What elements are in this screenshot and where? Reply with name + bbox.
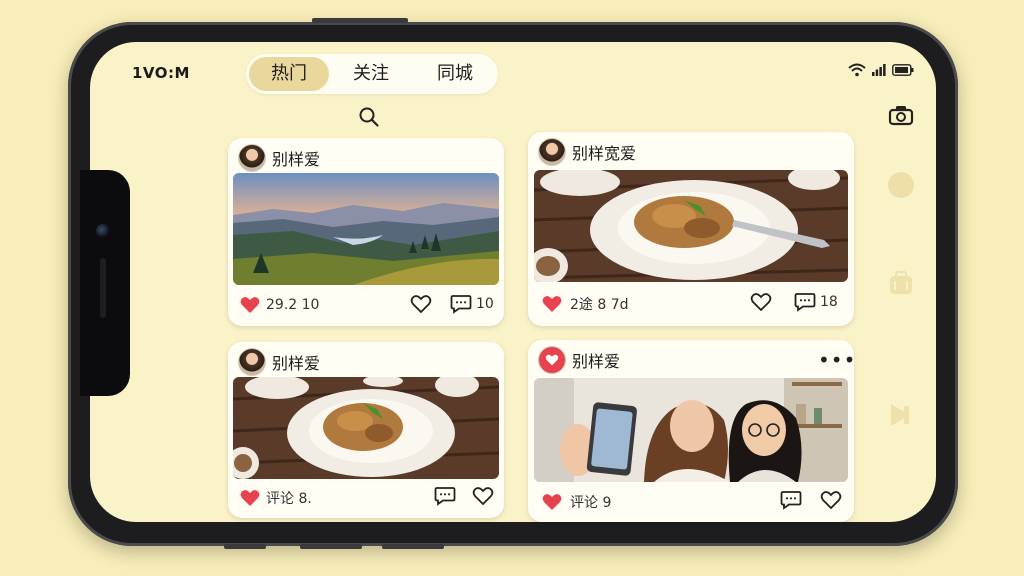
post-footer-left: 29.2 10 <box>240 296 319 314</box>
heart-outline-icon[interactable] <box>750 292 772 312</box>
comment-count: 18 <box>820 294 838 310</box>
heart-icon[interactable] <box>542 295 562 313</box>
side-button <box>300 544 362 549</box>
post-username[interactable]: 别样爱 <box>572 348 620 372</box>
speaker-slot <box>100 258 106 318</box>
heart-icon[interactable] <box>542 493 562 511</box>
signal-icon <box>872 64 886 76</box>
avatar[interactable] <box>238 348 266 376</box>
camera-icon[interactable] <box>888 104 914 130</box>
comment-icon[interactable] <box>434 486 456 506</box>
post-card[interactable]: 别样爱 29.2 10 10 <box>228 138 504 326</box>
heart-outline-icon[interactable] <box>410 294 432 314</box>
more-options-icon[interactable]: ••• <box>818 348 856 372</box>
post-username[interactable]: 别样宽爱 <box>572 140 636 164</box>
post-username[interactable]: 别样爱 <box>272 350 320 374</box>
post-card[interactable]: 别样宽爱 2途 8 7d 18 <box>528 132 854 326</box>
post-footer-left: 2途 8 7d <box>542 294 629 314</box>
post-footer-left: 评论 9 <box>542 492 611 512</box>
comment-count: 10 <box>476 296 494 312</box>
post-image-selfie[interactable] <box>534 378 848 482</box>
heart-outline-icon[interactable] <box>472 486 494 506</box>
avatar[interactable] <box>238 144 266 172</box>
tab-following[interactable]: 关注 <box>329 57 413 91</box>
front-camera <box>96 224 110 238</box>
comment-icon[interactable] <box>780 490 802 510</box>
heart-icon[interactable] <box>240 489 260 507</box>
post-stats: 评论 8. <box>266 491 312 507</box>
post-header: 别样宽爱 <box>538 138 636 166</box>
post-footer-right: 18 <box>750 292 838 312</box>
tab-nearby[interactable]: 同城 <box>413 57 497 91</box>
post-footer-right <box>780 490 842 510</box>
avatar[interactable] <box>538 346 566 374</box>
side-button <box>224 544 266 549</box>
post-card[interactable]: 别样爱 评论 8. <box>228 342 504 518</box>
heart-icon[interactable] <box>240 296 260 314</box>
post-header: 别样爱 <box>538 346 620 374</box>
post-stats: 29.2 10 <box>266 297 320 313</box>
post-image-landscape[interactable] <box>233 173 499 285</box>
heart-outline-icon[interactable] <box>820 490 842 510</box>
post-footer-right: 10 <box>410 294 494 314</box>
post-image-food[interactable] <box>233 377 499 479</box>
avatar[interactable] <box>538 138 566 166</box>
volume-button <box>312 18 408 23</box>
wifi-icon <box>848 63 866 77</box>
play-icon[interactable] <box>888 402 914 432</box>
side-button <box>382 544 444 549</box>
post-stats: 2途 8 7d <box>570 297 629 313</box>
record-icon[interactable] <box>888 172 914 198</box>
search-icon[interactable] <box>357 105 381 129</box>
feed-tabs: 热门 关注 同城 <box>246 54 498 94</box>
post-header: 别样爱 <box>238 144 320 172</box>
status-time: 1VO:M <box>132 64 190 82</box>
battery-icon <box>892 64 914 76</box>
post-username[interactable]: 别样爱 <box>272 146 320 170</box>
tab-hot[interactable]: 热门 <box>249 57 329 91</box>
post-footer-left: 评论 8. <box>240 488 312 508</box>
camera-notch <box>80 170 130 396</box>
post-card[interactable]: 别样爱 ••• 评论 9 <box>528 340 856 522</box>
post-stats: 评论 9 <box>570 495 612 511</box>
post-header: 别样爱 <box>238 348 320 376</box>
post-image-food[interactable] <box>534 170 848 282</box>
comment-icon[interactable] <box>450 294 472 314</box>
status-icons <box>848 63 914 77</box>
comment-icon[interactable] <box>794 292 816 312</box>
bag-icon[interactable] <box>888 270 914 300</box>
post-footer-right <box>434 486 494 506</box>
